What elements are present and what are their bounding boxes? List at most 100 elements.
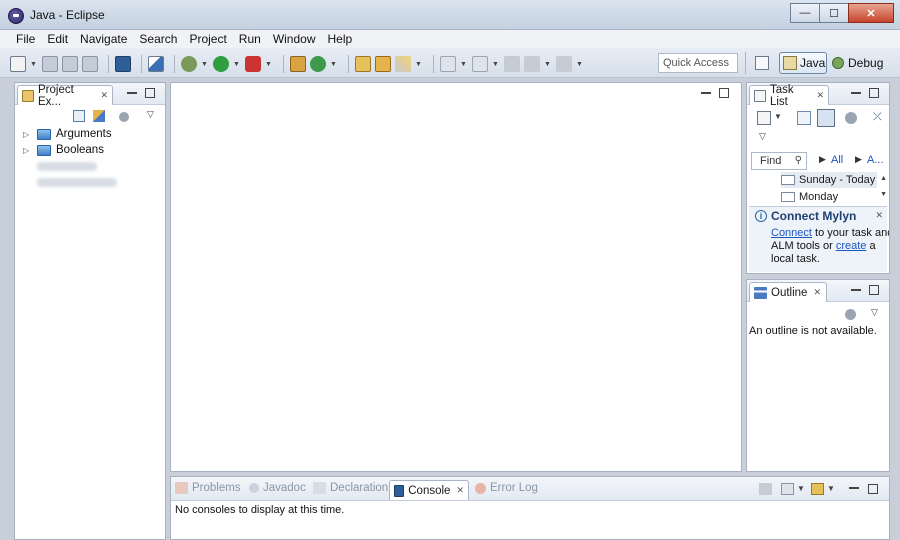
maximize-view-icon[interactable] [868, 484, 878, 494]
menu-window[interactable]: Window [267, 30, 322, 48]
menu-help[interactable]: Help [322, 30, 359, 48]
new-task-icon[interactable] [757, 111, 771, 125]
previous-annotation-dropdown-icon[interactable]: ▼ [492, 61, 499, 68]
minimize-view-icon[interactable] [851, 285, 861, 291]
find-input[interactable]: Find ⚲ [751, 152, 807, 170]
filter-a-link[interactable]: A... [867, 154, 884, 166]
maximize-view-icon[interactable] [719, 88, 729, 98]
open-folder-icon[interactable] [375, 56, 391, 72]
terminal-icon[interactable] [115, 56, 131, 72]
forward-icon[interactable] [556, 56, 572, 72]
external-tools-dropdown-icon[interactable]: ▼ [265, 61, 272, 68]
open-type-icon[interactable] [355, 56, 371, 72]
categorized-icon[interactable] [797, 111, 811, 125]
maximize-view-icon[interactable] [869, 285, 879, 295]
last-edit-location-icon[interactable] [504, 56, 520, 72]
java-perspective-button[interactable]: Java [779, 52, 827, 74]
tab-javadoc[interactable]: Javadoc [249, 482, 306, 494]
list-item[interactable]: Monday [781, 189, 877, 205]
menu-file[interactable]: File [10, 30, 41, 48]
find-placeholder: Find [760, 155, 782, 167]
close-button[interactable]: ✕ [848, 3, 894, 23]
view-menu-dots-icon[interactable] [119, 112, 129, 122]
debug-dropdown-icon[interactable]: ▼ [201, 61, 208, 68]
view-menu-chevron-icon[interactable]: ▽ [871, 307, 878, 318]
previous-annotation-icon[interactable] [472, 56, 488, 72]
search-dropdown-icon[interactable]: ▼ [415, 61, 422, 68]
save-icon[interactable] [42, 56, 58, 72]
quick-access-input[interactable]: Quick Access [658, 53, 738, 73]
menu-edit[interactable]: Edit [41, 30, 74, 48]
new-class-dropdown-icon[interactable]: ▼ [330, 61, 337, 68]
debug-perspective-button[interactable]: Debug [832, 52, 883, 74]
tree-item-booleans[interactable]: ▷ Booleans [23, 142, 104, 158]
close-icon[interactable]: ✕ [813, 287, 821, 298]
save-all-icon[interactable] [62, 56, 78, 72]
print-icon[interactable] [82, 56, 98, 72]
new-package-icon[interactable] [290, 56, 306, 72]
filter-all-link[interactable]: All [831, 154, 843, 166]
focus-icon[interactable] [845, 112, 857, 124]
display-console-icon[interactable] [781, 483, 794, 495]
minimize-button[interactable]: — [790, 3, 820, 23]
list-item[interactable]: Sunday - Today [781, 172, 877, 188]
close-icon[interactable]: ✕ [875, 210, 883, 221]
external-tools-icon[interactable] [245, 56, 261, 72]
close-icon[interactable]: ✕ [456, 485, 464, 496]
tab-problems[interactable]: Problems [175, 482, 241, 494]
expand-arrow-icon[interactable]: ▷ [23, 130, 31, 139]
tab-console[interactable]: Console ✕ [389, 480, 469, 500]
minimize-view-icon[interactable] [851, 88, 861, 94]
next-annotation-dropdown-icon[interactable]: ▼ [460, 61, 467, 68]
forward-dropdown-icon[interactable]: ▼ [576, 61, 583, 68]
debug-icon[interactable] [181, 56, 197, 72]
maximize-button[interactable]: ☐ [819, 3, 849, 23]
expand-arrow-icon[interactable]: ▷ [23, 146, 31, 155]
open-console-dropdown-icon[interactable]: ▼ [827, 484, 835, 493]
menu-navigate[interactable]: Navigate [74, 30, 133, 48]
minimize-view-icon[interactable] [849, 483, 859, 489]
tab-outline[interactable]: Outline ✕ [749, 282, 827, 302]
display-console-dropdown-icon[interactable]: ▼ [797, 484, 805, 493]
menu-project[interactable]: Project [183, 30, 232, 48]
close-icon[interactable]: ✕ [816, 90, 824, 101]
collapse-icon[interactable]: ⤫ [873, 111, 882, 124]
menu-run[interactable]: Run [233, 30, 267, 48]
minimize-view-icon[interactable] [701, 88, 711, 94]
view-menu-dots-icon[interactable] [845, 309, 856, 320]
close-icon[interactable]: ✕ [100, 90, 108, 101]
search-icon[interactable] [395, 56, 411, 72]
scroll-down-arrow[interactable]: ▼ [880, 191, 887, 198]
new-icon[interactable] [10, 56, 26, 72]
run-icon[interactable] [213, 56, 229, 72]
tab-declaration[interactable]: Declaration [313, 482, 388, 494]
new-class-icon[interactable] [310, 56, 326, 72]
editor-area[interactable] [170, 82, 742, 472]
tab-error-log[interactable]: Error Log [475, 482, 538, 494]
view-menu-chevron-icon[interactable]: ▽ [759, 131, 766, 142]
view-menu-chevron-icon[interactable]: ▽ [147, 109, 154, 120]
collapse-all-icon[interactable] [73, 110, 85, 122]
maximize-view-icon[interactable] [869, 88, 879, 98]
tab-project-explorer[interactable]: Project Ex... ✕ [17, 84, 113, 108]
link-with-editor-icon[interactable] [93, 110, 105, 122]
connect-link[interactable]: Connect [771, 227, 812, 239]
create-link[interactable]: create [836, 240, 867, 252]
new-dropdown-icon[interactable]: ▼ [30, 61, 37, 68]
pin-console-icon[interactable] [759, 483, 772, 495]
menu-search[interactable]: Search [133, 30, 183, 48]
skip-breakpoints-icon[interactable] [148, 56, 164, 72]
tab-task-list[interactable]: Task List ✕ [749, 84, 829, 108]
open-perspective-icon[interactable] [755, 56, 769, 70]
scheduled-icon[interactable] [817, 109, 835, 127]
run-dropdown-icon[interactable]: ▼ [233, 61, 240, 68]
new-task-dropdown-icon[interactable]: ▼ [774, 112, 782, 121]
back-dropdown-icon[interactable]: ▼ [544, 61, 551, 68]
next-annotation-icon[interactable] [440, 56, 456, 72]
maximize-view-icon[interactable] [145, 88, 155, 98]
minimize-view-icon[interactable] [127, 88, 137, 94]
open-console-icon[interactable] [811, 483, 824, 495]
tree-item-arguments[interactable]: ▷ Arguments [23, 126, 112, 142]
scroll-up-arrow[interactable]: ▲ [880, 175, 887, 182]
back-icon[interactable] [524, 56, 540, 72]
